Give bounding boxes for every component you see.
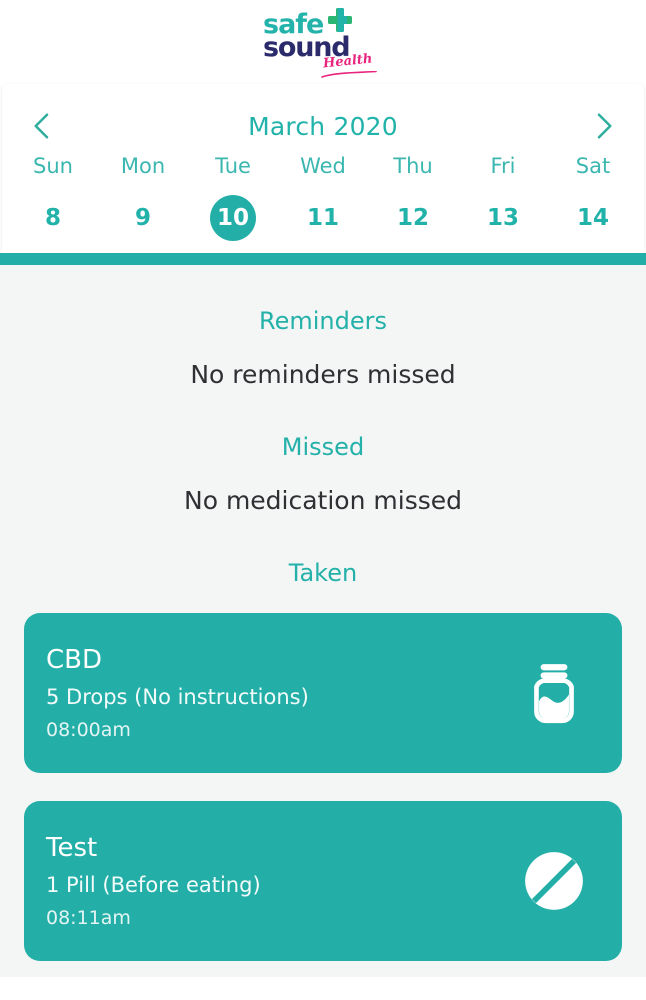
- day-name-label: Sat: [575, 154, 611, 178]
- calendar-topbar: March 2020: [2, 98, 644, 154]
- day-number-label: 14: [576, 204, 609, 231]
- calendar-day-mon[interactable]: Mon 9: [98, 156, 188, 241]
- day-number-label: 8: [44, 204, 61, 231]
- chevron-left-icon[interactable]: [24, 108, 60, 144]
- medication-card[interactable]: CBD 5 Drops (No instructions) 08:00am: [24, 613, 622, 773]
- day-name-label: Wed: [300, 154, 346, 178]
- day-number-label: 11: [306, 204, 339, 231]
- calendar-day-tue[interactable]: Tue 10: [188, 156, 278, 241]
- medication-time: 08:11am: [46, 906, 131, 929]
- calendar-day-thu[interactable]: Thu 12: [368, 156, 458, 241]
- day-name-label: Mon: [120, 154, 166, 178]
- calendar-day-wed[interactable]: Wed 11: [278, 156, 368, 241]
- day-number-label: 10: [216, 204, 249, 231]
- logo-swash-flourish: [321, 66, 377, 78]
- taken-heading: Taken: [288, 559, 358, 587]
- app-header: safe sound Health: [0, 0, 646, 84]
- medicine-jar-icon: [516, 655, 592, 731]
- calendar-card: March 2020 Sun 8 Mon 9 Tue 10 Wed 11 Thu…: [2, 84, 644, 253]
- medication-text-block: Test 1 Pill (Before eating) 08:11am: [46, 835, 516, 928]
- medical-cross-icon: [328, 8, 352, 32]
- medication-name: CBD: [46, 644, 103, 675]
- calendar-day-sun[interactable]: Sun 8: [8, 156, 98, 241]
- day-number-wrap: 12: [390, 195, 436, 241]
- reminders-heading: Reminders: [259, 307, 387, 335]
- missed-empty-text: No medication missed: [184, 486, 462, 515]
- main-content: Reminders No reminders missed Missed No …: [0, 265, 646, 977]
- medication-time: 08:00am: [46, 718, 131, 741]
- app-logo: safe sound Health: [263, 8, 383, 78]
- pill-tablet-icon: [516, 843, 592, 919]
- day-number-wrap: 13: [480, 195, 526, 241]
- reminders-empty-text: No reminders missed: [190, 360, 456, 389]
- day-number-wrap: 8: [30, 195, 76, 241]
- calendar-day-fri[interactable]: Fri 13: [458, 156, 548, 241]
- calendar-day-sat[interactable]: Sat 14: [548, 156, 638, 241]
- day-number-label: 12: [396, 204, 429, 231]
- calendar-accent-bar: [0, 253, 646, 265]
- day-name-label: Thu: [393, 154, 433, 178]
- day-number-wrap: 9: [120, 195, 166, 241]
- medication-dose: 1 Pill (Before eating): [46, 872, 261, 897]
- calendar-month-label: March 2020: [248, 111, 398, 141]
- medication-text-block: CBD 5 Drops (No instructions) 08:00am: [46, 647, 516, 740]
- day-number-label: 9: [134, 204, 151, 231]
- medication-name: Test: [46, 832, 98, 863]
- missed-heading: Missed: [281, 433, 365, 461]
- calendar-week-strip: Sun 8 Mon 9 Tue 10 Wed 11 Thu 12 Fri 13 …: [2, 156, 644, 241]
- day-number-wrap: 11: [300, 195, 346, 241]
- taken-medication-list: CBD 5 Drops (No instructions) 08:00am Te…: [0, 613, 646, 961]
- day-number-wrap-selected: 10: [210, 195, 256, 241]
- chevron-right-icon[interactable]: [586, 108, 622, 144]
- medication-card[interactable]: Test 1 Pill (Before eating) 08:11am: [24, 801, 622, 961]
- day-number-wrap: 14: [570, 195, 616, 241]
- day-name-label: Tue: [215, 154, 251, 178]
- medication-dose: 5 Drops (No instructions): [46, 684, 309, 709]
- day-number-label: 13: [486, 204, 519, 231]
- day-name-label: Fri: [490, 154, 516, 178]
- day-name-label: Sun: [33, 154, 73, 178]
